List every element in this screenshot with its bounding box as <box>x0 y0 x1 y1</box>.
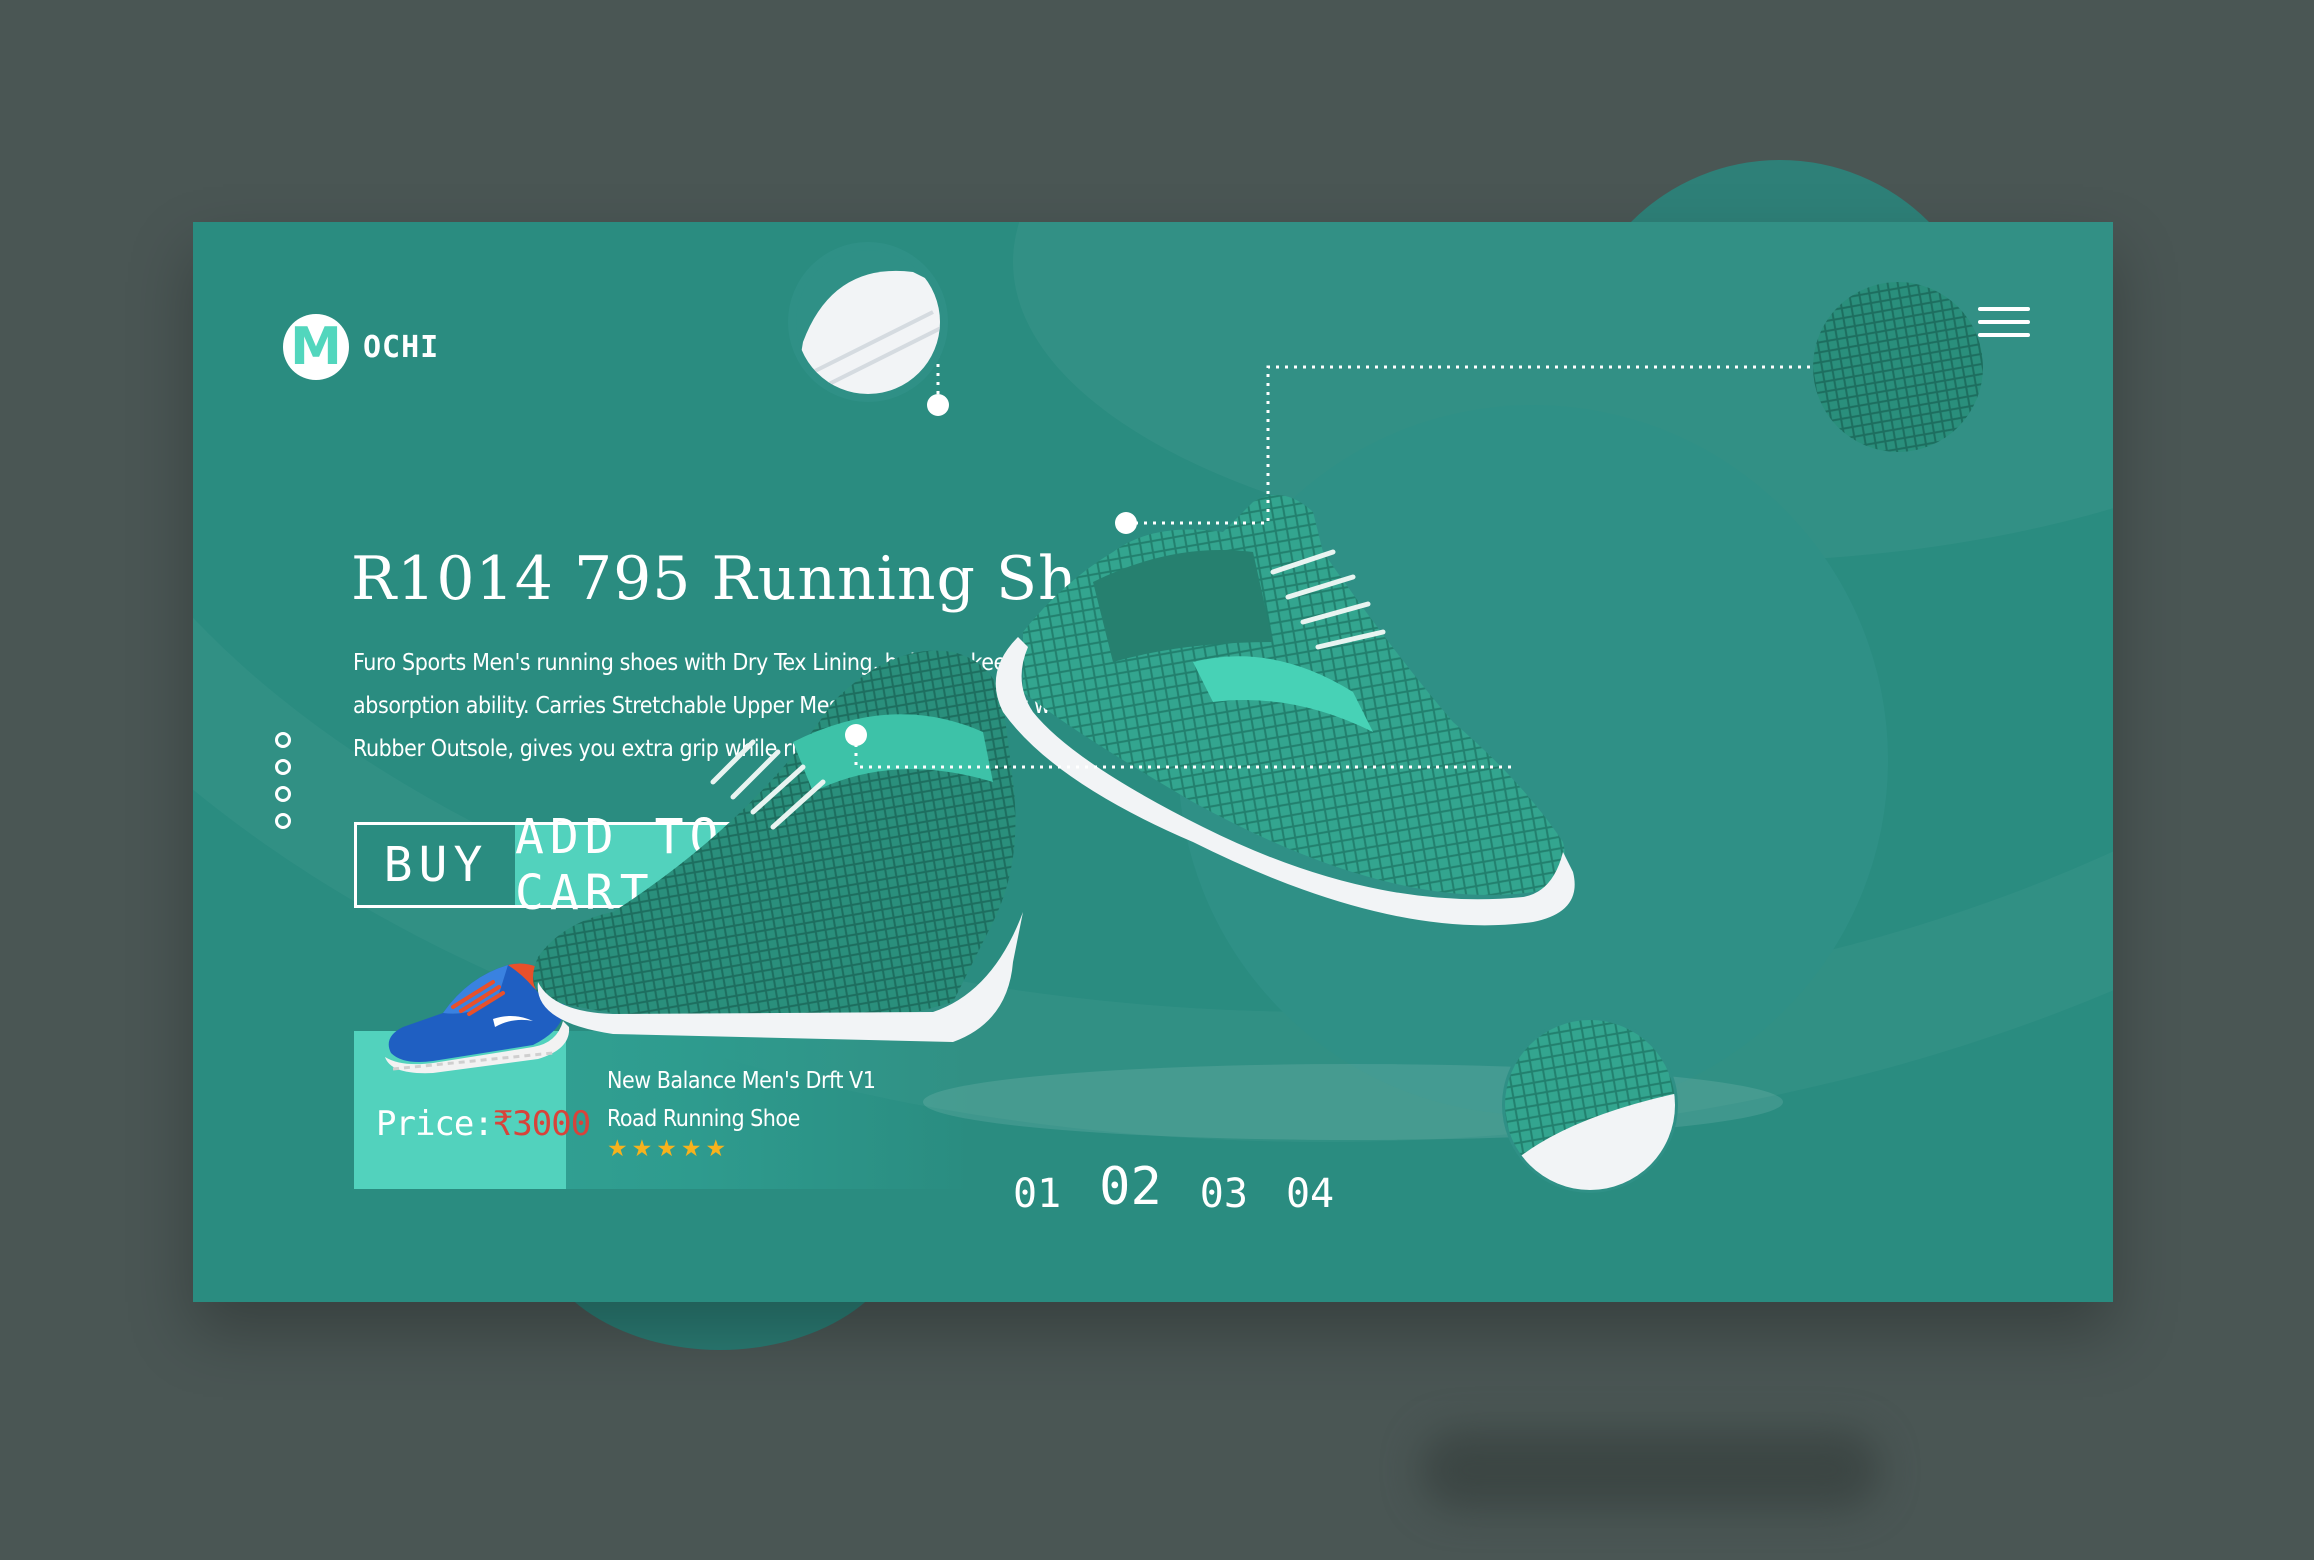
slide-pager: 01 02 03 04 <box>1013 1157 1372 1217</box>
slide-dot[interactable] <box>275 732 291 748</box>
slide-indicator <box>275 732 291 840</box>
buy-button[interactable]: BUY <box>357 825 515 905</box>
brand-name: OCHI <box>363 329 440 365</box>
page-number[interactable]: 03 <box>1200 1171 1248 1217</box>
price-label: Price: <box>376 1104 494 1144</box>
add-to-cart-button[interactable]: ADD TO CART <box>515 809 865 921</box>
product-name-line: Road Running Shoe <box>607 1106 800 1132</box>
slide-dot[interactable] <box>275 786 291 802</box>
hamburger-menu-icon[interactable] <box>1978 307 2030 347</box>
page-number[interactable]: 01 <box>1013 1171 1061 1217</box>
purchase-actions: BUY ADD TO CART <box>354 809 868 921</box>
featured-product-name: New Balance Men's Drft V1 Road Running S… <box>607 1062 907 1138</box>
featured-shoe-image <box>385 963 570 1074</box>
featured-price: Price:₹3000 <box>376 1104 591 1144</box>
brand-logo[interactable]: M OCHI <box>283 314 439 380</box>
background-shadow <box>1420 1430 1880 1510</box>
hero-card: M OCHI R1014 795 Running Shoes Furo Spor… <box>193 222 2113 1302</box>
slide-dot[interactable] <box>275 759 291 775</box>
product-name-line: New Balance Men's Drft V1 <box>607 1068 876 1094</box>
slide-dot[interactable] <box>275 813 291 829</box>
product-description: Furo Sports Men's running shoes with Dry… <box>353 650 1352 762</box>
page-number[interactable]: 04 <box>1286 1171 1334 1217</box>
logo-mark: M <box>283 314 349 380</box>
product-title: R1014 795 Running Shoes <box>351 544 1184 614</box>
price-value: ₹3000 <box>492 1104 591 1144</box>
star-rating: ★★★★★ <box>607 1135 731 1161</box>
page-number-active[interactable]: 02 <box>1099 1157 1162 1217</box>
